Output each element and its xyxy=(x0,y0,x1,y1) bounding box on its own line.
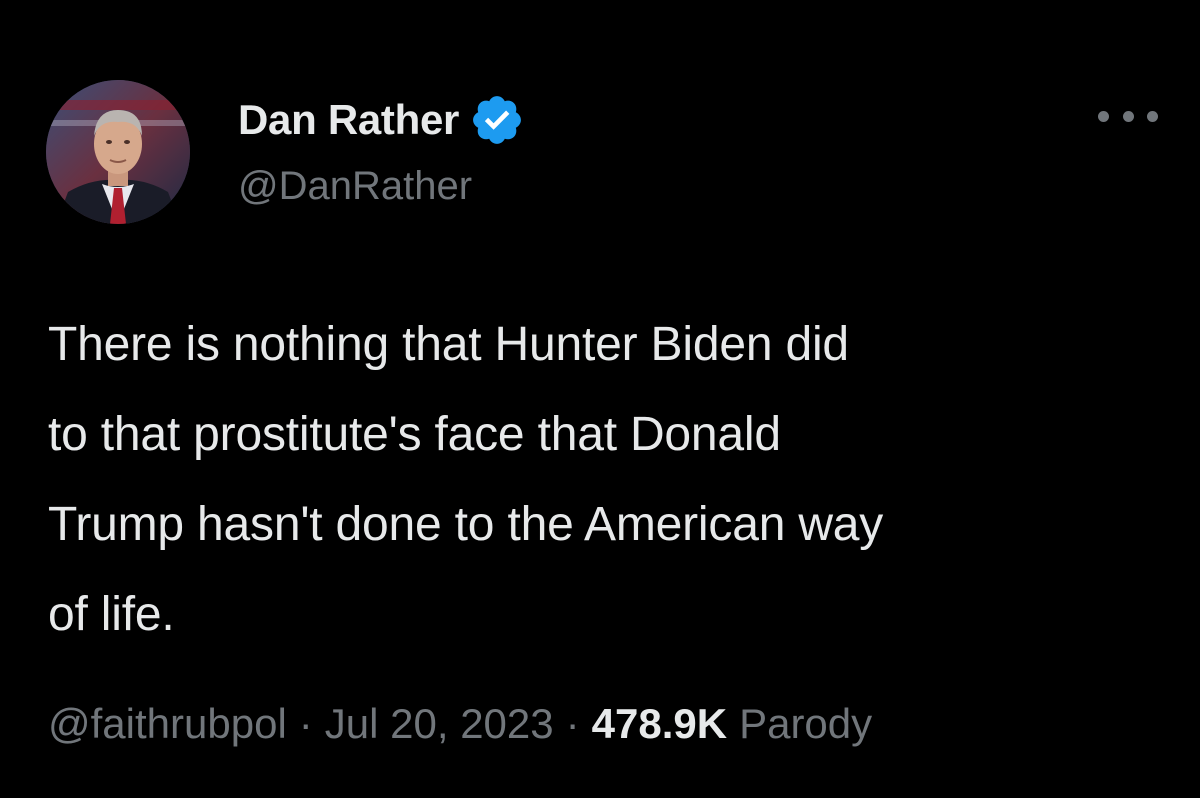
separator: · xyxy=(298,700,313,747)
tweet-card: Dan Rather @DanRather There is nothing t… xyxy=(0,0,1200,798)
author-display-name[interactable]: Dan Rather xyxy=(238,96,459,144)
views-label: Parody xyxy=(739,700,873,747)
tweet-date[interactable]: Jul 20, 2023 xyxy=(325,700,554,748)
source-handle-link[interactable]: @faithrubpol xyxy=(48,700,287,748)
views-count[interactable]: 478.9K xyxy=(592,700,727,748)
tweet-text-line: of life. xyxy=(48,588,175,641)
avatar[interactable] xyxy=(46,80,190,224)
avatar-portrait-icon xyxy=(46,80,190,224)
dot-icon xyxy=(1098,110,1109,122)
tweet-text-line: Trump hasn't done to the American way xyxy=(48,498,884,551)
author-name-row: Dan Rather xyxy=(238,92,525,148)
tweet-text: There is nothing that Hunter Biden did t… xyxy=(48,300,1168,660)
more-options-icon[interactable] xyxy=(1098,100,1158,132)
tweet-text-line: to that prostitute's face that Donald xyxy=(48,408,781,461)
dot-icon xyxy=(1147,110,1158,122)
author-handle[interactable]: @DanRather xyxy=(238,164,472,209)
tweet-text-line: There is nothing that Hunter Biden did xyxy=(48,318,849,371)
separator: · xyxy=(565,700,580,747)
tweet-footer: @faithrubpol · Jul 20, 2023 · 478.9K Par… xyxy=(48,700,872,748)
dot-icon xyxy=(1122,110,1134,122)
verified-badge-icon xyxy=(469,92,525,148)
